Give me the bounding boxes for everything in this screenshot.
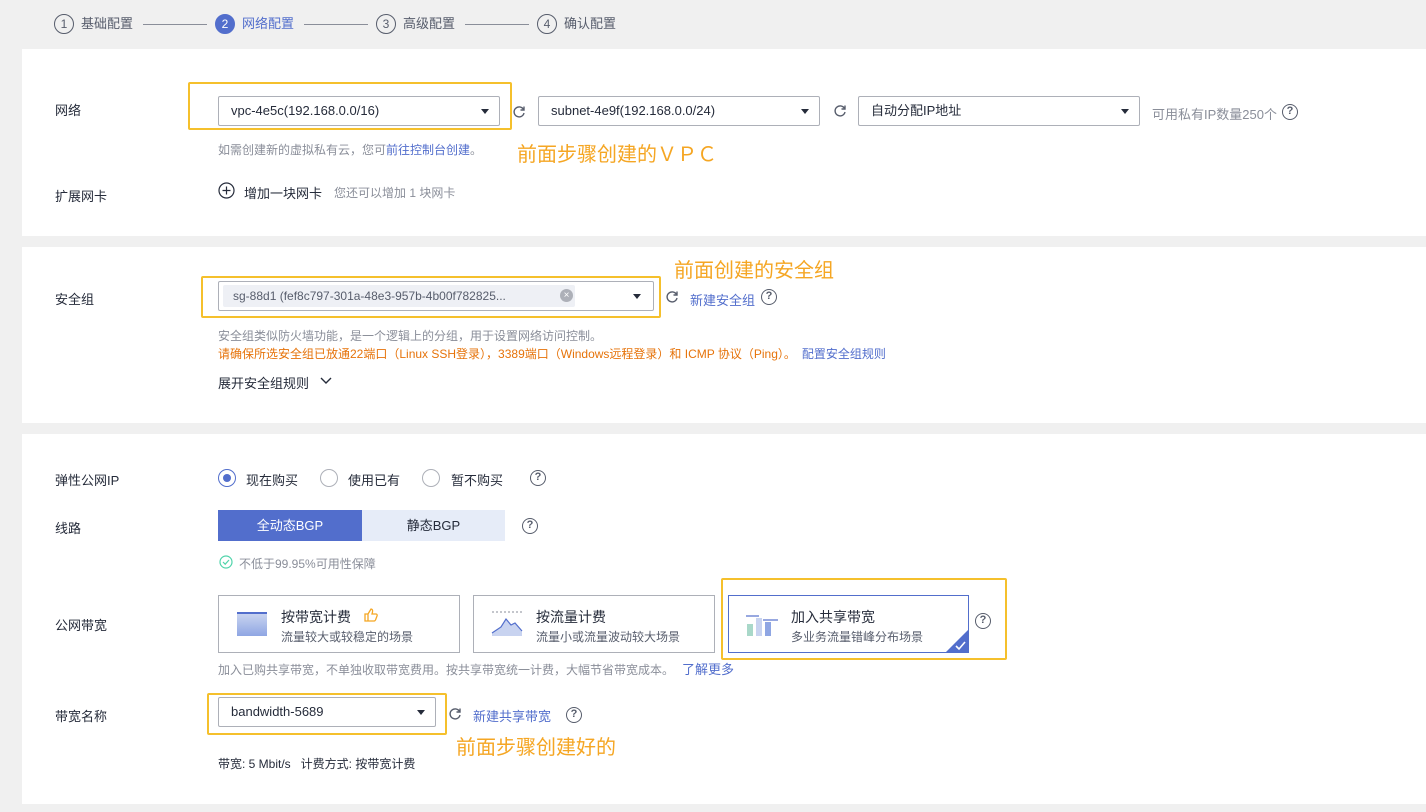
bandwidth-name-select[interactable]: bandwidth-5689 xyxy=(218,697,436,727)
expand-rules-label: 展开安全组规则 xyxy=(218,376,310,391)
ip-select-value: 自动分配IP地址 xyxy=(871,103,962,118)
bw-card-by-bandwidth[interactable]: 按带宽计费 流量较大或较稳定的场景 xyxy=(218,595,460,653)
sg-warning-text: 请确保所选安全组已放通22端口（Linux SSH登录），3389端口（Wind… xyxy=(218,347,796,361)
shared-bandwidth-icon xyxy=(746,615,778,636)
sg-annotation-text: 前面创建的安全组 xyxy=(674,260,834,282)
bandwidth-chart-icon xyxy=(237,612,267,636)
configure-rules-link[interactable]: 配置安全组规则 xyxy=(802,347,886,361)
step-3-label[interactable]: 高级配置 xyxy=(403,14,455,34)
bandwidth-name-label: 带宽名称 xyxy=(55,709,108,724)
help-icon[interactable]: ? xyxy=(975,613,991,629)
radio-buy-now[interactable] xyxy=(218,469,236,487)
create-vpc-link[interactable]: 前往控制台创建 xyxy=(386,143,470,157)
nic-hint: 您还可以增加 1 块网卡 xyxy=(334,186,456,200)
refresh-icon[interactable] xyxy=(448,707,462,721)
expand-rules-toggle[interactable]: 展开安全组规则 xyxy=(218,373,309,392)
bandwidth-name-value: bandwidth-5689 xyxy=(231,704,324,719)
ip-select[interactable]: 自动分配IP地址 xyxy=(858,96,1140,126)
step-1-circle[interactable]: 1 xyxy=(54,14,74,34)
help-icon[interactable]: ? xyxy=(530,470,546,486)
bw-name-annotation-text: 前面步骤创建好的 xyxy=(456,737,616,759)
sg-description: 安全组类似防火墙功能，是一个逻辑上的分组，用于设置网络访问控制。 xyxy=(218,329,603,343)
thumbs-up-icon xyxy=(364,608,378,622)
vpc-hint-text: 如需创建新的虚拟私有云，您可 xyxy=(218,143,387,157)
check-circle-icon xyxy=(219,555,233,569)
step-divider xyxy=(143,24,207,25)
bw-card-desc: 流量较大或较稳定的场景 xyxy=(281,630,414,644)
chevron-down-icon xyxy=(481,109,489,114)
radio-use-existing-label[interactable]: 使用已有 xyxy=(348,470,400,489)
refresh-icon[interactable] xyxy=(512,105,526,119)
step-4-circle[interactable]: 4 xyxy=(537,14,557,34)
security-label: 安全组 xyxy=(55,292,95,307)
traffic-chart-icon xyxy=(491,611,523,636)
radio-use-existing[interactable] xyxy=(320,469,338,487)
bw-card-by-traffic[interactable]: 按流量计费 流量小或流量波动较大场景 xyxy=(473,595,715,653)
bandwidth-hint: 加入已购共享带宽，不单独收取带宽费用。按共享带宽统一计费，大幅节省带宽成本。 了解… xyxy=(218,659,734,678)
bw-card-title: 按流量计费 xyxy=(536,609,606,625)
bandwidth-label: 公网带宽 xyxy=(55,618,108,633)
refresh-icon[interactable] xyxy=(833,104,847,118)
chevron-down-icon xyxy=(633,294,641,299)
bw-card-title: 按带宽计费 xyxy=(281,609,351,625)
help-icon[interactable]: ? xyxy=(1282,104,1298,120)
line-label: 线路 xyxy=(55,521,82,536)
sg-tag: sg-88d1 (fef8c797-301a-48e3-957b-4b00f78… xyxy=(223,285,575,307)
line-option-dynamic-bgp[interactable]: 全动态BGP xyxy=(218,510,362,541)
bw-card-shared[interactable]: 加入共享带宽 多业务流量错峰分布场景 xyxy=(728,595,969,653)
help-icon[interactable]: ? xyxy=(522,518,538,534)
chevron-down-icon xyxy=(1121,109,1129,114)
ip-count-text: 可用私有IP数量250个 xyxy=(1152,107,1277,122)
vpc-hint-suffix: 。 xyxy=(470,143,483,157)
vpc-annotation-text: 前面步骤创建的ＶＰＣ xyxy=(517,144,717,166)
chevron-down-icon[interactable] xyxy=(320,376,332,385)
learn-more-link[interactable]: 了解更多 xyxy=(682,662,734,677)
chevron-down-icon xyxy=(417,710,425,715)
selected-check-icon xyxy=(946,630,968,652)
add-nic-button[interactable]: 增加一块网卡 xyxy=(244,183,322,202)
new-shared-bandwidth-link[interactable]: 新建共享带宽 xyxy=(473,706,551,725)
radio-buy-now-label[interactable]: 现在购买 xyxy=(246,470,298,489)
step-divider xyxy=(304,24,368,25)
radio-not-buy-label[interactable]: 暂不购买 xyxy=(451,470,503,489)
eip-label: 弹性公网IP xyxy=(55,473,120,488)
subnet-select-value: subnet-4e9f(192.168.0.0/24) xyxy=(551,103,716,118)
sg-warning: 请确保所选安全组已放通22端口（Linux SSH登录），3389端口（Wind… xyxy=(218,345,886,362)
close-icon[interactable]: × xyxy=(560,289,573,302)
chevron-down-icon xyxy=(801,109,809,114)
radio-not-buy[interactable] xyxy=(422,469,440,487)
bw-card-desc: 多业务流量错峰分布场景 xyxy=(791,630,924,644)
bw-card-title: 加入共享带宽 xyxy=(791,609,875,625)
nic-label: 扩展网卡 xyxy=(55,189,108,204)
step-divider xyxy=(465,24,529,25)
step-2-circle[interactable]: 2 xyxy=(215,14,235,34)
step-bar: 1 基础配置 2 网络配置 3 高级配置 4 确认配置 xyxy=(0,0,1426,48)
network-label: 网络 xyxy=(55,103,82,118)
sg-tag-label: sg-88d1 (fef8c797-301a-48e3-957b-4b00f78… xyxy=(233,289,506,303)
line-option-static-bgp[interactable]: 静态BGP xyxy=(362,510,505,541)
vpc-select-value: vpc-4e5c(192.168.0.0/16) xyxy=(231,103,380,118)
security-group-select[interactable]: sg-88d1 (fef8c797-301a-48e3-957b-4b00f78… xyxy=(218,281,654,311)
vpc-select[interactable]: vpc-4e5c(192.168.0.0/16) xyxy=(218,96,500,126)
new-security-group-link[interactable]: 新建安全组 xyxy=(690,290,755,309)
bw-card-desc: 流量小或流量波动较大场景 xyxy=(536,630,681,644)
refresh-icon[interactable] xyxy=(665,290,679,304)
guarantee-text: 不低于99.95%可用性保障 xyxy=(239,557,376,571)
step-2-label[interactable]: 网络配置 xyxy=(242,14,294,34)
add-circle-icon[interactable] xyxy=(218,182,235,199)
help-icon[interactable]: ? xyxy=(566,707,582,723)
subnet-select[interactable]: subnet-4e9f(192.168.0.0/24) xyxy=(538,96,820,126)
help-icon[interactable]: ? xyxy=(761,289,777,305)
bandwidth-hint-text: 加入已购共享带宽，不单独收取带宽费用。按共享带宽统一计费，大幅节省带宽成本。 xyxy=(218,663,675,677)
vpc-hint: 如需创建新的虚拟私有云，您可前往控制台创建。 xyxy=(218,141,482,158)
step-1-label[interactable]: 基础配置 xyxy=(81,14,133,34)
step-3-circle[interactable]: 3 xyxy=(376,14,396,34)
bandwidth-info: 带宽: 5 Mbit/s 计费方式: 按带宽计费 xyxy=(218,757,416,771)
step-4-label[interactable]: 确认配置 xyxy=(564,14,616,34)
